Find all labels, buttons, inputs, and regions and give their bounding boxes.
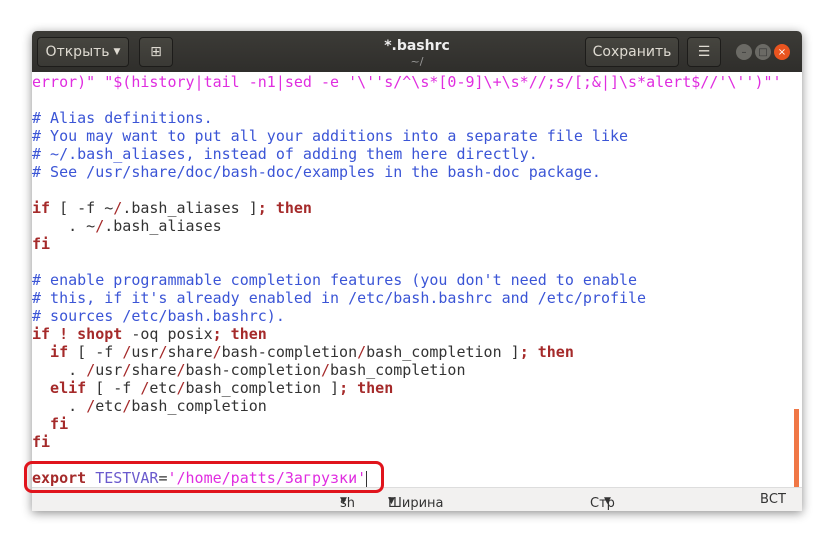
code-token: if ! shopt	[32, 325, 123, 343]
code-token: [ -f ~	[50, 199, 114, 217]
code-token: .bash_aliases	[104, 217, 222, 235]
code-token: share	[131, 361, 177, 379]
close-button[interactable]: ×	[774, 44, 790, 60]
code-line: fi	[32, 415, 802, 433]
code-token: # You may want to put all your additions…	[32, 127, 629, 145]
code-token: error)" "$(history|tail -n1|sed -e '\''s…	[32, 73, 782, 91]
code-token: bash_completion	[330, 361, 466, 379]
code-editor[interactable]: error)" "$(history|tail -n1|sed -e '\''s…	[32, 72, 802, 487]
insert-mode: ВСТ	[760, 492, 786, 507]
code-token: etc	[95, 397, 123, 415]
code-token: bash_completion ]	[366, 343, 520, 361]
code-token: .	[32, 361, 87, 379]
code-token: /	[95, 217, 105, 235]
code-line: # enable programmable completion feature…	[32, 271, 802, 289]
code-token: ; then	[519, 343, 574, 361]
code-token: bash-completion	[185, 361, 321, 379]
code-token: .bash_aliases ]	[122, 199, 258, 217]
code-token: # See /usr/share/doc/bash-doc/examples i…	[32, 163, 601, 181]
chevron-down-icon: ▼	[388, 496, 395, 506]
code-line: if [ -f ~/.bash_aliases ]; then	[32, 199, 802, 217]
code-token: /	[122, 343, 132, 361]
code-token: [ -f	[68, 343, 123, 361]
code-token: if	[32, 343, 69, 361]
code-token: bash-completion	[221, 343, 358, 361]
code-token: /	[176, 379, 186, 397]
tab-width-label: Ширина табуляции: 8	[388, 496, 444, 511]
code-token: -oq posix	[122, 325, 213, 343]
code-token: bash_completion	[131, 397, 267, 415]
chevron-down-icon: ▼	[604, 496, 611, 506]
code-token: /	[122, 397, 132, 415]
code-token: bash_completion ]	[185, 379, 340, 397]
code-token: . ~	[32, 217, 96, 235]
code-token: usr	[131, 343, 159, 361]
header-bar: Открыть ▼ ⊞ *.bashrc ~/ Сохранить ☰ – □ ×	[32, 31, 802, 72]
code-line: # ~/.bash_aliases, instead of adding the…	[32, 145, 802, 163]
code-token: ; then	[339, 379, 394, 397]
code-line: fi	[32, 433, 802, 451]
code-token: # enable programmable completion feature…	[32, 271, 638, 289]
code-line: error)" "$(history|tail -n1|sed -e '\''s…	[32, 73, 802, 91]
code-token: etc	[149, 379, 177, 397]
minimize-icon: –	[741, 46, 747, 58]
code-line: elif [ -f /etc/bash_completion ]; then	[32, 379, 802, 397]
chevron-down-icon: ▼	[340, 496, 347, 506]
save-button[interactable]: Сохранить	[585, 37, 679, 67]
code-token: # Alias definitions.	[32, 109, 213, 127]
code-token: ; then	[212, 325, 267, 343]
save-label: Сохранить	[592, 44, 672, 60]
close-icon: ×	[777, 46, 787, 58]
code-line: . /etc/bash_completion	[32, 397, 802, 415]
code-token: /	[176, 361, 186, 379]
code-token: # ~/.bash_aliases, instead of adding the…	[32, 145, 538, 163]
code-line: if [ -f /usr/share/bash-completion/bash_…	[32, 343, 802, 361]
code-token: /	[86, 397, 96, 415]
text-editor-window: Открыть ▼ ⊞ *.bashrc ~/ Сохранить ☰ – □ ×…	[32, 31, 802, 511]
code-token: /	[86, 361, 96, 379]
code-line: . ~/.bash_aliases	[32, 217, 802, 235]
code-line: # See /usr/share/doc/bash-doc/examples i…	[32, 163, 802, 181]
code-token: fi	[32, 415, 69, 433]
code-token: elif	[32, 379, 87, 397]
minimize-button[interactable]: –	[736, 44, 752, 60]
code-token: if	[32, 199, 51, 217]
code-line: # sources /etc/bash.bashrc).	[32, 307, 802, 325]
maximize-button[interactable]: □	[755, 44, 771, 60]
code-token: /	[212, 343, 222, 361]
code-token: .	[32, 397, 87, 415]
code-token: # this, if it's already enabled in /etc/…	[32, 289, 647, 307]
code-token: share	[167, 343, 213, 361]
code-token: usr	[95, 361, 123, 379]
code-token: # sources /etc/bash.bashrc).	[32, 307, 285, 325]
code-line: # this, if it's already enabled in /etc/…	[32, 289, 802, 307]
menu-button[interactable]: ☰	[687, 37, 721, 67]
code-token: /	[122, 361, 132, 379]
code-token: /	[357, 343, 367, 361]
code-line: if ! shopt -oq posix; then	[32, 325, 802, 343]
code-line: fi	[32, 235, 802, 253]
code-token: fi	[32, 433, 51, 451]
code-line: # Alias definitions.	[32, 109, 802, 127]
code-token: [ -f	[86, 379, 141, 397]
hamburger-icon: ☰	[697, 44, 711, 60]
code-token: /	[113, 199, 123, 217]
code-line: # You may want to put all your additions…	[32, 127, 802, 145]
maximize-icon: □	[758, 46, 768, 58]
code-line: . /usr/share/bash-completion/bash_comple…	[32, 361, 802, 379]
code-token: fi	[32, 235, 51, 253]
scrollbar[interactable]	[794, 409, 799, 487]
code-token: /	[321, 361, 331, 379]
highlight-annotation	[24, 461, 384, 493]
code-token: ; then	[257, 199, 312, 217]
